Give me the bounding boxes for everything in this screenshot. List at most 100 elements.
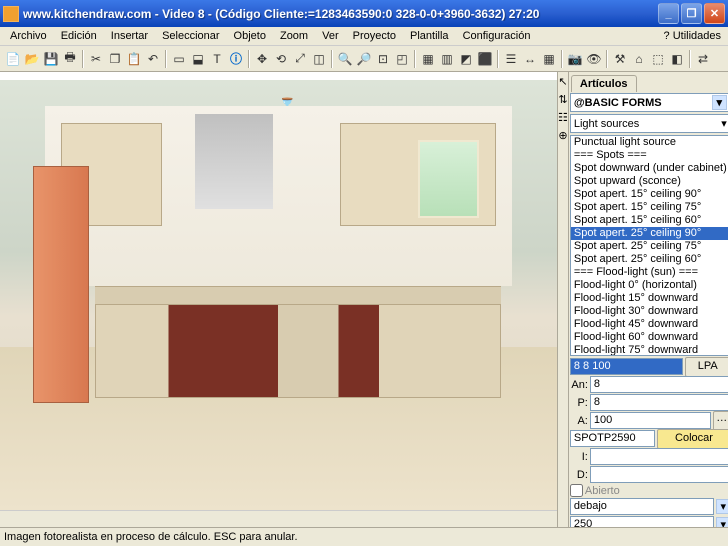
chevron-down-icon[interactable]: ▾ bbox=[716, 499, 728, 514]
category-dropdown[interactable]: Light sources▾ bbox=[570, 114, 728, 133]
print-icon[interactable]: 🖶 bbox=[61, 50, 79, 68]
vtree-icon[interactable]: ☷ bbox=[558, 108, 568, 126]
info-icon[interactable]: ⓘ bbox=[227, 50, 245, 68]
tool-a-icon[interactable]: ⚒ bbox=[611, 50, 629, 68]
list-item[interactable]: Spot apert. 15° ceiling 60° bbox=[571, 214, 728, 227]
ref-field[interactable]: SPOTP2590 bbox=[570, 430, 655, 447]
walk-icon[interactable]: 👁 bbox=[585, 50, 603, 68]
list-item[interactable]: Spot apert. 15° ceiling 90° bbox=[571, 188, 728, 201]
close-button[interactable]: ✕ bbox=[704, 3, 725, 24]
dim-icon[interactable]: ↔ bbox=[521, 50, 539, 68]
chevron-down-icon[interactable]: ▾ bbox=[712, 95, 727, 110]
menu-ver[interactable]: Ver bbox=[315, 28, 346, 44]
an-field[interactable]: 8 bbox=[590, 376, 728, 393]
list-item[interactable]: Spot upward (sconce) bbox=[571, 175, 728, 188]
grid-icon[interactable]: ▦ bbox=[540, 50, 558, 68]
layers-icon[interactable]: ☰ bbox=[502, 50, 520, 68]
menu-archivo[interactable]: Archivo bbox=[3, 28, 54, 44]
view-plan-icon[interactable]: ▦ bbox=[419, 50, 437, 68]
menu-seleccionar[interactable]: Seleccionar bbox=[155, 28, 226, 44]
undo-icon[interactable]: ↶ bbox=[144, 50, 162, 68]
list-item[interactable]: Flood-light 0° (horizontal) bbox=[571, 279, 728, 292]
maximize-button[interactable]: ❐ bbox=[681, 3, 702, 24]
items-list[interactable]: Punctual light source=== Spots ===Spot d… bbox=[570, 135, 728, 356]
text-icon[interactable]: T bbox=[208, 50, 226, 68]
wall-icon[interactable]: ▭ bbox=[170, 50, 188, 68]
abierto-checkbox[interactable] bbox=[570, 484, 583, 497]
viewport-3d[interactable]: ⌛ bbox=[0, 72, 557, 527]
copy-icon[interactable]: ❐ bbox=[106, 50, 124, 68]
list-item[interactable]: Flood-light 45° downward bbox=[571, 318, 728, 331]
tool-c-icon[interactable]: ⬚ bbox=[649, 50, 667, 68]
catalog-dropdown[interactable]: @BASIC FORMS▾ bbox=[570, 93, 728, 112]
menu-configuracion[interactable]: Configuración bbox=[456, 28, 538, 44]
paste-icon[interactable]: 📋 bbox=[125, 50, 143, 68]
mirror-icon[interactable]: ⇄ bbox=[694, 50, 712, 68]
zoom-fit-icon[interactable]: ⊡ bbox=[374, 50, 392, 68]
list-item[interactable]: Spot downward (under cabinet) bbox=[571, 162, 728, 175]
open-icon[interactable]: 📂 bbox=[23, 50, 41, 68]
list-item[interactable]: Spot apert. 15° ceiling 75° bbox=[571, 201, 728, 214]
vtoggle-icon[interactable]: ⇅ bbox=[558, 90, 568, 108]
list-item[interactable]: === Flood-light (sun) === bbox=[571, 266, 728, 279]
list-item[interactable]: Flood-light 15° downward bbox=[571, 292, 728, 305]
p-field[interactable]: 8 bbox=[590, 394, 728, 411]
chevron-down-icon[interactable]: ▾ bbox=[721, 117, 727, 130]
menu-proyecto[interactable]: Proyecto bbox=[346, 28, 403, 44]
menu-plantilla[interactable]: Plantilla bbox=[403, 28, 456, 44]
an-label: An: bbox=[570, 379, 588, 391]
scale-icon[interactable]: ⤢ bbox=[291, 50, 309, 68]
menu-edicion[interactable]: Edición bbox=[54, 28, 104, 44]
a-field[interactable]: 100 bbox=[590, 412, 711, 429]
view-persp-icon[interactable]: ◩ bbox=[457, 50, 475, 68]
toolbar: 📄 📂 💾 🖶 ✂ ❐ 📋 ↶ ▭ ⬓ T ⓘ ✥ ⟲ ⤢ ◫ 🔍 🔎 ⊡ ◰ … bbox=[0, 46, 728, 72]
list-item[interactable]: === Spots === bbox=[571, 149, 728, 162]
d-label: D: bbox=[570, 469, 588, 481]
menu-zoom[interactable]: Zoom bbox=[273, 28, 315, 44]
new-icon[interactable]: 📄 bbox=[4, 50, 22, 68]
menu-utilidades[interactable]: ? Utilidades bbox=[657, 28, 728, 44]
vorigin-icon[interactable]: ⊕ bbox=[558, 126, 568, 144]
i-field[interactable] bbox=[590, 448, 728, 465]
rotate-icon[interactable]: ⟲ bbox=[272, 50, 290, 68]
save-icon[interactable]: 💾 bbox=[42, 50, 60, 68]
list-item[interactable]: Flood-light 60° downward bbox=[571, 331, 728, 344]
i-label: I: bbox=[570, 451, 588, 463]
list-item[interactable]: Flood-light 75° downward bbox=[571, 344, 728, 356]
view-3d-icon[interactable]: ⬛ bbox=[476, 50, 494, 68]
zoom-in-icon[interactable]: 🔍 bbox=[336, 50, 354, 68]
minimize-button[interactable]: _ bbox=[658, 3, 679, 24]
menu-insertar[interactable]: Insertar bbox=[104, 28, 155, 44]
colocar-button[interactable]: Colocar bbox=[657, 429, 728, 449]
list-item[interactable]: Flood-light 30° downward bbox=[571, 305, 728, 318]
list-item[interactable]: Spot apert. 25° ceiling 90° bbox=[571, 227, 728, 240]
status-text: Imagen fotorealista en proceso de cálcul… bbox=[4, 531, 298, 543]
menu-bar: Archivo Edición Insertar Seleccionar Obj… bbox=[0, 27, 728, 46]
render-icon[interactable]: 📷 bbox=[566, 50, 584, 68]
d-field[interactable] bbox=[590, 466, 728, 483]
zoom-prev-icon[interactable]: ◰ bbox=[393, 50, 411, 68]
tool-d-icon[interactable]: ◧ bbox=[668, 50, 686, 68]
lpa-button[interactable]: LPA bbox=[685, 357, 728, 377]
tool-b-icon[interactable]: ⌂ bbox=[630, 50, 648, 68]
title-bar: www.kitchendraw.com - Video 8 - (Código … bbox=[0, 0, 728, 27]
menu-objeto[interactable]: Objeto bbox=[227, 28, 273, 44]
debajo-field[interactable]: debajo bbox=[570, 498, 714, 515]
cut-icon[interactable]: ✂ bbox=[87, 50, 105, 68]
h-scrollbar[interactable] bbox=[0, 510, 557, 527]
kitchen-render: ⌛ bbox=[0, 80, 557, 510]
door-icon[interactable]: ⬓ bbox=[189, 50, 207, 68]
list-item[interactable]: Punctual light source bbox=[571, 136, 728, 149]
move-icon[interactable]: ✥ bbox=[253, 50, 271, 68]
tab-articulos[interactable]: Artículos bbox=[571, 75, 637, 92]
list-item[interactable]: Spot apert. 25° ceiling 75° bbox=[571, 240, 728, 253]
dims-field[interactable]: 8 8 100 bbox=[570, 358, 683, 375]
list-item[interactable]: Spot apert. 25° ceiling 60° bbox=[571, 253, 728, 266]
vcursor-icon[interactable]: ↖ bbox=[558, 72, 568, 90]
abierto-label: Abierto bbox=[585, 485, 620, 497]
dup-icon[interactable]: ◫ bbox=[310, 50, 328, 68]
view-elev-icon[interactable]: ▥ bbox=[438, 50, 456, 68]
sidebar: ↖ ⇅ ☷ ⊕ Artículos @BASIC FORMS▾ Light so… bbox=[557, 72, 728, 527]
a-more-button[interactable]: … bbox=[713, 411, 728, 431]
zoom-out-icon[interactable]: 🔎 bbox=[355, 50, 373, 68]
